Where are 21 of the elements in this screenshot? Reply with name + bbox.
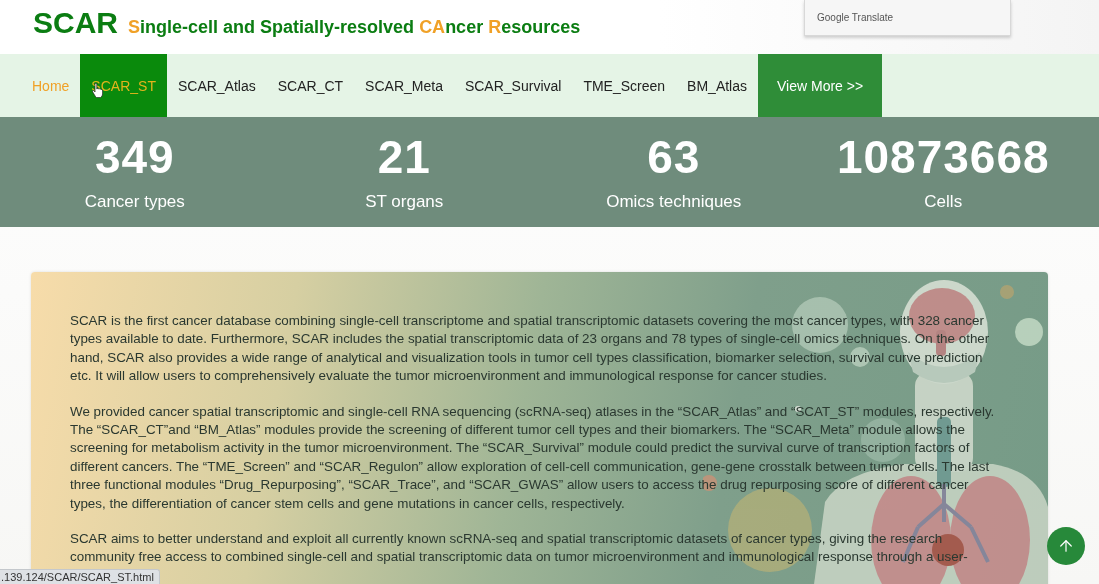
site-logo[interactable]: SCAR	[33, 8, 118, 38]
nav-link[interactable]: SCAR_CT	[266, 54, 355, 117]
stat-label: Cancer types	[84, 192, 185, 212]
nav-link[interactable]: SCAR_Survival	[453, 54, 573, 117]
stat-label: Omics techniques	[606, 192, 742, 212]
status-bar-url: .139.124/SCAR/SCAR_ST.html	[0, 569, 160, 584]
stat-value: 63	[647, 134, 701, 180]
nav-link[interactable]: SCAR_Atlas	[166, 54, 267, 117]
stat-label: Cells	[924, 192, 963, 212]
nav-link[interactable]: SCAR_Meta	[354, 54, 454, 117]
site-subtitle: Single-cell and Spatially-resolved CAncer Resources	[128, 16, 581, 38]
back-to-top-button[interactable]	[1047, 527, 1085, 565]
stat-value: 349	[94, 134, 175, 180]
nav-link[interactable]: BM_Atlas	[676, 54, 759, 117]
nav-link[interactable]: TME_Screen	[572, 54, 677, 117]
stat-label: ST organs	[365, 192, 444, 212]
stat-value: 10873668	[836, 134, 1050, 180]
view-more-button[interactable]: View More >>	[758, 54, 883, 117]
intro-paragraph: SCAR aims to better understand and exploit all currently known scRNA-seq and spatial transcriptomic datasets of cancer types, giving the research community free access to combined single-cell and spatial transcriptomic data on tumor microenvironment and immunological response through a user-	[70, 530, 969, 567]
stat-value: 21	[377, 134, 431, 180]
google-translate-widget[interactable]: Google Translate	[804, 0, 1011, 36]
